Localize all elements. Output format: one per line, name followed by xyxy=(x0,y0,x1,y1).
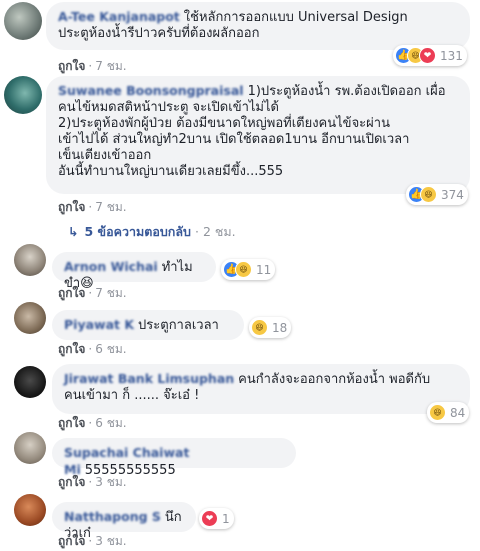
comment-author[interactable]: A-Tee Kanjanapot xyxy=(58,9,180,24)
comment-bubble: Suwanee Boonsongpraisal 1)ประตูห้องน้ำ รพ… xyxy=(46,76,470,194)
reactions-summary[interactable]: 👍 😆 ❤ 131 xyxy=(393,45,467,66)
comment-author[interactable]: Arnon Wichai xyxy=(64,259,158,274)
comment-actions: ถูกใจ · 7 ชม. xyxy=(58,59,127,73)
love-reaction-icon: ❤ xyxy=(419,47,436,64)
timestamp[interactable]: 7 ชม. xyxy=(95,59,126,73)
timestamp[interactable]: 3 ชม. xyxy=(95,475,126,489)
timestamp: 2 ชม. xyxy=(202,224,236,239)
comment-actions: ถูกใจ · 7 ชม. xyxy=(58,200,127,214)
view-replies-link[interactable]: ↳ 5 ข้อความตอบกลับ · 2 ชม. xyxy=(68,222,236,242)
reaction-count: 84 xyxy=(450,405,466,420)
comment-bubble: Supachai Chaiwat Mi 55555555555 xyxy=(52,438,296,478)
replies-label[interactable]: 5 ข้อความตอบกลับ xyxy=(84,224,190,239)
timestamp[interactable]: 7 ชม. xyxy=(95,200,126,214)
comment-actions: ถูกใจ · 6 ชม. xyxy=(58,416,127,430)
comment-actions: ถูกใจ · 6 ชม. xyxy=(58,342,127,356)
like-link[interactable]: ถูกใจ xyxy=(58,475,85,489)
comment-actions: ถูกใจ · 3 ชม. xyxy=(58,534,127,548)
reactions-summary[interactable]: 😆 84 xyxy=(427,402,470,423)
haha-reaction-icon: 😆 xyxy=(429,404,446,421)
comment-text: เข้าไปได้ ส่วนใหญ่ทำ2บาน เปิดใช้ตลอด1บาน… xyxy=(58,132,410,147)
comment-text: 2)ประตูห้องพักผู้ป่วย ต้องมีขนาดใหญ่พอที… xyxy=(58,116,390,131)
comment-bubble: Piyawat K ประตูกาลเวลา xyxy=(52,310,244,340)
avatar[interactable] xyxy=(4,76,42,114)
comment-text: ใช้หลักการออกแบบ Universal Design xyxy=(183,10,408,25)
avatar[interactable] xyxy=(14,432,46,464)
haha-reaction-icon: 😆 xyxy=(251,319,268,336)
comment-text: ประตูกาลเวลา xyxy=(138,318,219,333)
comment-text: คนกำลังจะออกจากห้องน้ำ พอดีกับ xyxy=(238,372,431,387)
comment-author[interactable]: Piyawat K xyxy=(64,317,134,332)
timestamp[interactable]: 6 ชม. xyxy=(95,416,126,430)
reactions-summary[interactable]: 👍 😆 374 xyxy=(406,184,468,205)
comment-author[interactable]: Natthapong S xyxy=(64,509,161,524)
reaction-count: 374 xyxy=(441,187,464,202)
reaction-count: 18 xyxy=(272,320,288,335)
comment-text: คนเข้ามา ก็ ...... จ๊ะเอ๋ ! xyxy=(64,388,200,403)
reply-arrow-icon: ↳ xyxy=(68,224,79,239)
avatar[interactable] xyxy=(4,2,42,40)
comment-actions: ถูกใจ · 3 ชม. xyxy=(58,475,127,489)
reaction-count: 11 xyxy=(256,262,272,277)
comment-author[interactable]: Suwanee Boonsongpraisal xyxy=(58,83,244,98)
comment-bubble: Arnon Wichai ทำไมขำ😆 xyxy=(52,252,216,291)
like-link[interactable]: ถูกใจ xyxy=(58,286,85,300)
haha-reaction-icon: 😆 xyxy=(235,261,252,278)
like-link[interactable]: ถูกใจ xyxy=(58,534,85,548)
avatar[interactable] xyxy=(14,244,46,276)
timestamp[interactable]: 7 ชม. xyxy=(95,286,126,300)
reactions-summary[interactable]: 👍 😆 11 xyxy=(221,259,276,280)
like-link[interactable]: ถูกใจ xyxy=(58,59,85,73)
comment-text: 1)ประตูห้องน้ำ รพ.ต้องเปิดออก เผื่อ xyxy=(247,84,446,99)
comment-text: คนไข้หมดสติหน้าประตู จะเปิดเข้าไม่ได้ xyxy=(58,100,279,115)
reaction-count: 1 xyxy=(222,511,230,526)
timestamp[interactable]: 6 ชม. xyxy=(95,342,126,356)
reactions-summary[interactable]: 😆 18 xyxy=(249,317,292,338)
reactions-summary[interactable]: ❤ 1 xyxy=(199,508,234,529)
comment-text: อันนี้ทำบานใหญ่บานเดียวเลยมีขึ้ง...555 xyxy=(58,164,284,179)
comment-actions: ถูกใจ · 7 ชม. xyxy=(58,286,127,300)
love-reaction-icon: ❤ xyxy=(201,510,218,527)
comment-bubble: Natthapong S นึกว่าเก๋ xyxy=(52,502,196,541)
avatar[interactable] xyxy=(14,302,46,334)
comment-text: ประตูห้องน้ำรีปาวครับที่ต้องผลักออก xyxy=(58,26,260,41)
like-link[interactable]: ถูกใจ xyxy=(58,342,85,356)
comment-author[interactable]: Jirawat Bank Limsuphan xyxy=(64,371,234,386)
comment-bubble: A-Tee Kanjanapot ใช้หลักการออกแบบ Univers… xyxy=(46,2,470,50)
comment-text: เข็นเตียงเข้าออก xyxy=(58,148,152,163)
avatar[interactable] xyxy=(14,366,46,398)
like-link[interactable]: ถูกใจ xyxy=(58,416,85,430)
haha-reaction-icon: 😆 xyxy=(420,186,437,203)
timestamp[interactable]: 3 ชม. xyxy=(95,534,126,548)
comment-bubble: Jirawat Bank Limsuphan คนกำลังจะออกจากห้อ… xyxy=(52,364,470,414)
avatar[interactable] xyxy=(14,494,46,526)
reaction-count: 131 xyxy=(440,48,463,63)
like-link[interactable]: ถูกใจ xyxy=(58,200,85,214)
